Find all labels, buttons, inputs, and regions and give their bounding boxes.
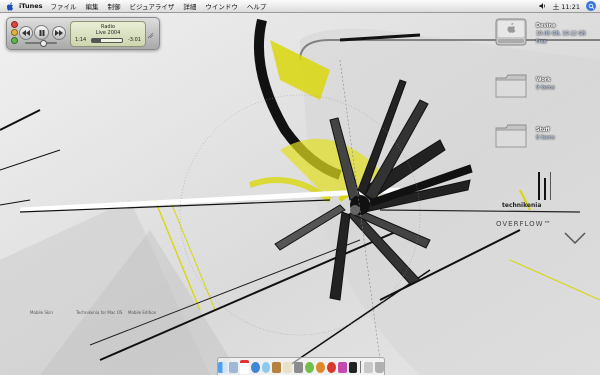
trash-icon[interactable]: [375, 361, 385, 373]
lcd-elapsed: 1:14: [75, 37, 87, 43]
pause-button[interactable]: [34, 25, 49, 40]
desktop[interactable]: technikenia OVERFLOW™ Mobile Skin Techni…: [0, 0, 600, 375]
wallpaper-caption-left: Mobile Skin: [30, 310, 53, 315]
zoom-button[interactable]: [11, 37, 18, 44]
garageband-icon[interactable]: [326, 361, 336, 373]
hard-drive-icon: [493, 16, 529, 48]
dock: [217, 357, 385, 375]
desktop-icon-work[interactable]: Work 9 items: [490, 70, 592, 114]
preview-icon[interactable]: [283, 361, 293, 373]
ichat-icon[interactable]: [261, 361, 271, 373]
apple-menu-icon[interactable]: [5, 1, 14, 11]
desktop-icon-info: 8 items: [536, 135, 555, 141]
dock-separator: [360, 361, 362, 373]
documents-icon[interactable]: [364, 361, 374, 373]
calendar-icon[interactable]: [239, 360, 249, 374]
window-controls: [11, 21, 18, 44]
lcd-display[interactable]: Radio Live 2004 1:14 -3:01: [70, 21, 146, 47]
fast-forward-icon: [55, 30, 63, 36]
resize-grip-icon[interactable]: [147, 24, 154, 39]
wallpaper-caption-right: Mobile Edition: [128, 310, 157, 315]
volume-track[interactable]: [25, 40, 57, 47]
desktop-icon-info: 19.05 GB, 19.12 GB Free: [536, 31, 586, 45]
wallpaper-overflow: OVERFLOW™: [496, 220, 552, 228]
menu-help[interactable]: ヘルプ: [247, 1, 267, 11]
volume-knob[interactable]: [40, 40, 48, 47]
lcd-progress-bar[interactable]: [91, 37, 124, 43]
close-button[interactable]: [11, 21, 18, 28]
mail-icon[interactable]: [228, 361, 238, 373]
app-menu-itunes[interactable]: iTunes: [19, 2, 42, 10]
safari-icon[interactable]: [250, 361, 260, 373]
desktop-icon-label: Work: [536, 77, 551, 83]
next-button[interactable]: [52, 26, 66, 40]
rewind-icon: [22, 30, 30, 36]
volume-slider[interactable]: [21, 40, 61, 47]
lcd-remaining: -3:01: [127, 37, 141, 43]
folder-icon: [493, 70, 529, 102]
system-prefs-icon[interactable]: [294, 361, 303, 373]
wallpaper-caption-mid: Technikenia for Mac OS: [76, 310, 123, 315]
menu-clock[interactable]: 土 11:21: [553, 1, 580, 11]
menu-controls[interactable]: 制御: [107, 1, 120, 11]
minimize-button[interactable]: [11, 29, 18, 36]
terminal-icon[interactable]: [348, 361, 358, 373]
finder-icon[interactable]: [218, 361, 227, 373]
iphoto-icon[interactable]: [315, 361, 325, 373]
menu-edit[interactable]: 編集: [85, 1, 98, 11]
menu-bar: iTunes ファイル 編集 制御 ビジュアライザ 詳細 ウインドウ ヘルプ 土…: [0, 0, 600, 13]
itunes-mini-player[interactable]: Radio Live 2004 1:14 -3:01: [6, 17, 160, 50]
lcd-track: Live 2004: [95, 30, 121, 36]
menu-window[interactable]: ウインドウ: [205, 1, 238, 11]
desktop-icon-info: 9 items: [536, 85, 555, 91]
lcd-progress-fill: [92, 38, 101, 42]
address-book-icon[interactable]: [272, 361, 282, 373]
desktop-icon-label: Stuff: [536, 127, 550, 133]
itunes-icon[interactable]: [305, 361, 314, 373]
previous-button[interactable]: [19, 26, 33, 40]
pause-icon: [39, 29, 44, 36]
app-icon[interactable]: [337, 361, 347, 373]
menu-visualizer[interactable]: ビジュアライザ: [129, 1, 174, 11]
volume-status-icon[interactable]: [539, 2, 547, 10]
desktop-icon-devine[interactable]: Devine 19.05 GB, 19.12 GB Free: [490, 16, 592, 60]
menu-advanced[interactable]: 詳細: [183, 1, 196, 11]
folder-icon: [493, 120, 529, 152]
spotlight-icon[interactable]: [586, 1, 596, 11]
menu-file[interactable]: ファイル: [50, 1, 76, 11]
wallpaper-brand: technikenia: [502, 202, 542, 209]
desktop-icon-label: Devine: [536, 23, 556, 29]
desktop-icon-stuff[interactable]: Stuff 8 items: [490, 120, 592, 164]
